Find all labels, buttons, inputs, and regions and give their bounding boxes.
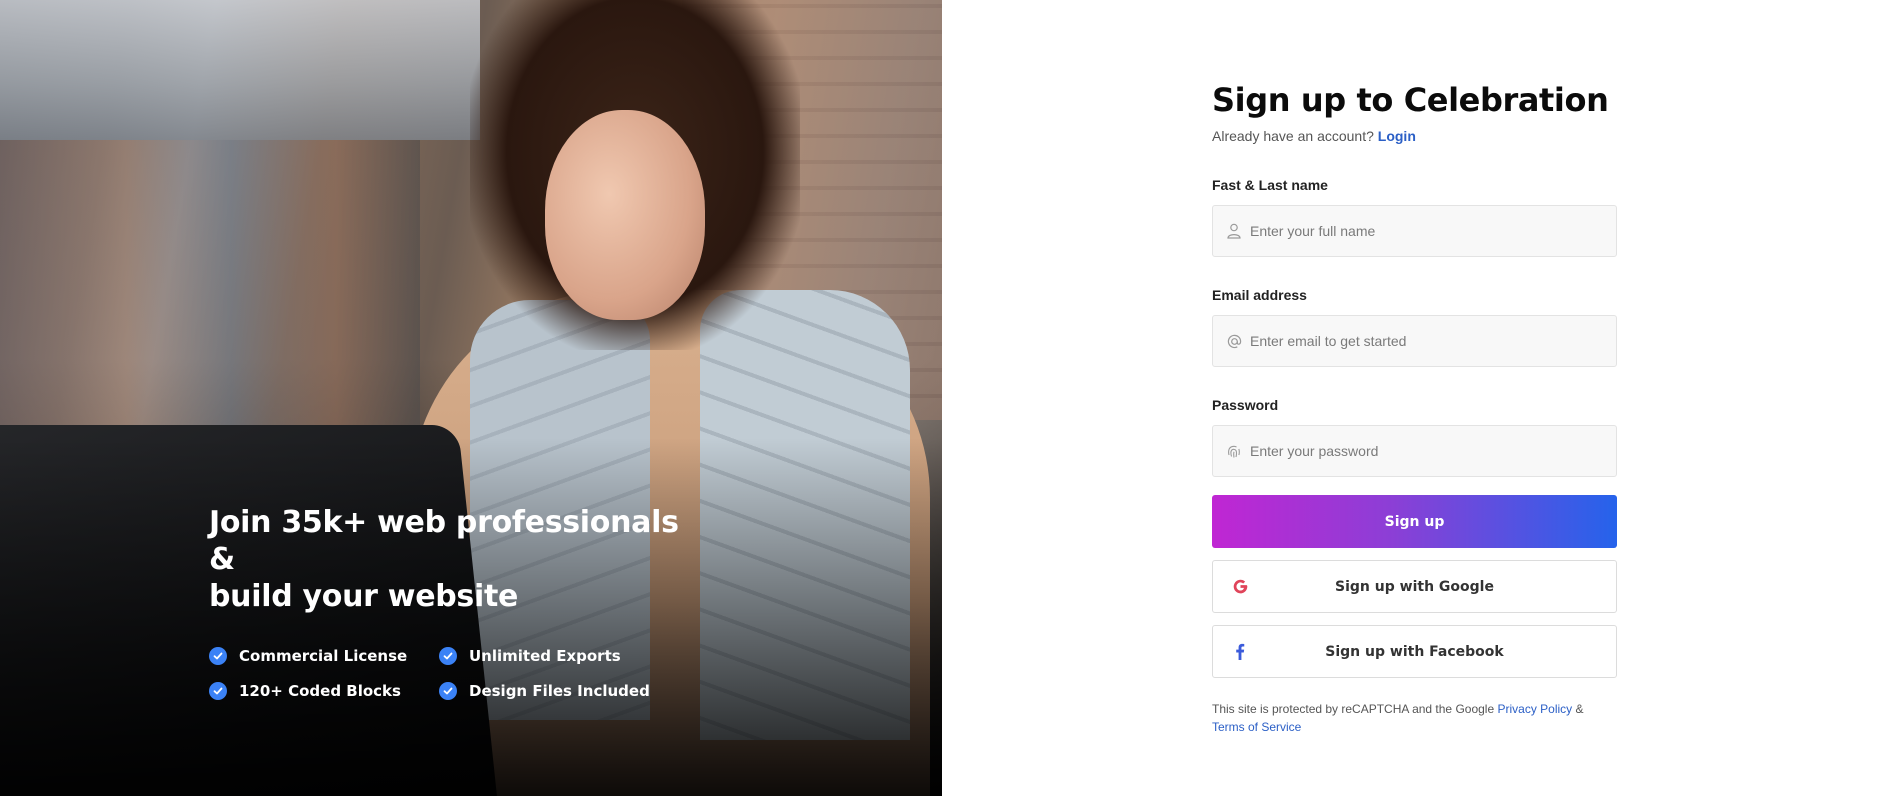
user-icon [1225,222,1243,240]
hero-title-line: & [209,542,235,577]
feature-list: Commercial License Unlimited Exports 120… [209,647,729,700]
check-circle-icon [209,682,227,700]
hero-panel: Join 35k+ web professionals & build your… [0,0,942,796]
feature-label: Unlimited Exports [469,647,621,665]
feature-label: 120+ Coded Blocks [239,682,401,700]
hero-title-line: build your website [209,579,519,614]
hero-title-line: Join 35k+ web professionals [209,505,679,540]
privacy-policy-link[interactable]: Privacy Policy [1497,702,1572,716]
legal-notice: This site is protected by reCAPTCHA and … [1212,700,1617,736]
facebook-icon [1231,643,1249,661]
hero-content: Join 35k+ web professionals & build your… [209,504,729,700]
legal-amp: & [1575,702,1584,716]
password-input[interactable] [1250,443,1590,459]
at-icon [1225,332,1243,350]
facebook-sign-up-label: Sign up with Facebook [1325,643,1504,660]
password-label: Password [1212,397,1279,413]
login-prompt: Already have an account? Login [1212,128,1617,144]
name-field[interactable] [1212,205,1617,257]
feature-item: Unlimited Exports [439,647,669,665]
legal-text: This site is protected by reCAPTCHA and … [1212,702,1495,716]
signup-form: Sign up to Celebration Already have an a… [1212,80,1617,736]
login-prompt-text: Already have an account? [1212,128,1374,144]
facebook-sign-up-button[interactable]: Sign up with Facebook [1212,625,1617,678]
page-title: Sign up to Celebration [1212,81,1609,119]
google-sign-up-label: Sign up with Google [1335,578,1494,595]
sign-up-button[interactable]: Sign up [1212,495,1617,548]
name-input[interactable] [1250,223,1590,239]
hero-title: Join 35k+ web professionals & build your… [209,504,729,615]
check-circle-icon [439,647,457,665]
email-label: Email address [1212,287,1307,303]
login-link[interactable]: Login [1378,128,1416,144]
google-icon [1231,578,1249,596]
feature-item: 120+ Coded Blocks [209,682,439,700]
feature-item: Design Files Included [439,682,669,700]
email-input[interactable] [1250,333,1590,349]
feature-label: Commercial License [239,647,408,665]
check-circle-icon [439,682,457,700]
password-field[interactable] [1212,425,1617,477]
name-label: Fast & Last name [1212,177,1328,193]
google-sign-up-button[interactable]: Sign up with Google [1212,560,1617,613]
fingerprint-icon [1225,442,1243,460]
feature-item: Commercial License [209,647,439,665]
terms-of-service-link[interactable]: Terms of Service [1212,720,1301,734]
email-field[interactable] [1212,315,1617,367]
feature-label: Design Files Included [469,682,650,700]
check-circle-icon [209,647,227,665]
